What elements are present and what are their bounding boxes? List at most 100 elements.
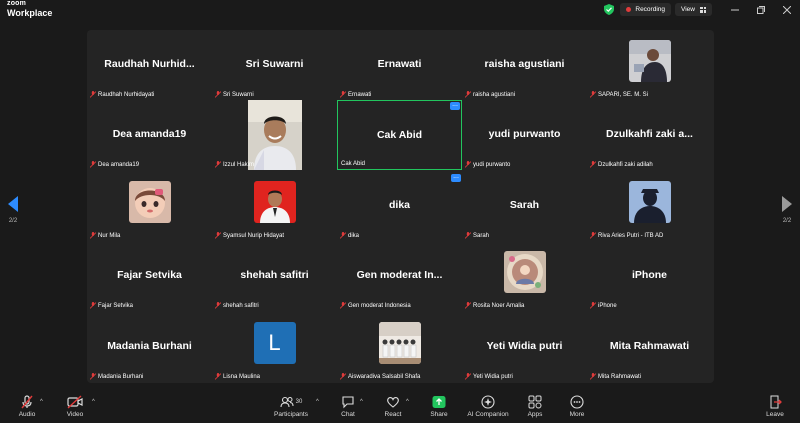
- participant-name-label: Mita Rahmawati: [598, 373, 642, 380]
- leave-icon: [770, 395, 782, 408]
- participant-name-label: Gen moderat Indonesia: [348, 302, 411, 309]
- video-button[interactable]: Video: [63, 394, 87, 418]
- participant-tile[interactable]: Izzul Hakim: [212, 100, 337, 170]
- brand-top: zoom: [7, 0, 27, 7]
- participant-name-label: Dea amanda19: [98, 161, 140, 168]
- participant-tile[interactable]: iPhone iPhone: [587, 241, 712, 311]
- mic-muted-icon: [465, 161, 471, 168]
- participant-avatar: [378, 322, 421, 364]
- participant-tile[interactable]: Fajar Setvika Fajar Setvika: [87, 241, 212, 311]
- mic-muted-icon: [215, 161, 221, 168]
- participant-tile[interactable]: Syamsul Nurip Hidayat: [212, 171, 337, 241]
- participant-tile[interactable]: Nur Mila: [87, 171, 212, 241]
- view-button[interactable]: View: [675, 3, 712, 16]
- recording-indicator[interactable]: Recording: [620, 3, 672, 16]
- close-icon: [783, 5, 791, 14]
- participant-tile[interactable]: Rosita Noer Amalia: [462, 241, 587, 311]
- more-button[interactable]: More: [567, 394, 587, 418]
- record-dot-icon: [626, 7, 632, 12]
- close-button[interactable]: [774, 0, 800, 19]
- title-bar: zoom Workplace Recording View: [0, 0, 800, 19]
- participant-name-label: Nur Mila: [98, 232, 121, 239]
- participant-tile[interactable]: Sarah Sarah: [462, 171, 587, 241]
- participant-display-name: Ernawati: [377, 58, 422, 70]
- apps-label: Apps: [527, 411, 543, 418]
- audio-options-chevron-icon[interactable]: ^: [40, 399, 43, 405]
- mic-muted-icon: [465, 373, 471, 380]
- video-options-chevron-icon[interactable]: ^: [92, 399, 95, 405]
- participant-tile[interactable]: Madania Burhani Madania Burhani: [87, 312, 212, 382]
- more-icon: [570, 394, 584, 409]
- next-page-button[interactable]: 2/2: [779, 196, 795, 224]
- participant-tile[interactable]: Yeti Widia putri Yeti Widia putri: [462, 312, 587, 382]
- participant-tile[interactable]: dika dika: [337, 171, 462, 241]
- participant-name-label: raisha agustiani: [473, 91, 516, 98]
- participant-tile[interactable]: Aiswaradiva Salsabil Shafa: [337, 312, 462, 382]
- participant-name-label: Sarah: [473, 232, 490, 239]
- participant-tile[interactable]: L Lisna Maulina: [212, 312, 337, 382]
- ai-companion-button[interactable]: AI Companion: [465, 394, 511, 418]
- minimize-button[interactable]: [722, 0, 748, 19]
- participant-name-label: Syamsul Nurip Hidayat: [223, 232, 285, 239]
- video-label: Video: [66, 411, 84, 418]
- view-label: View: [681, 6, 695, 13]
- participant-name-label: shehah safitri: [223, 302, 259, 309]
- previous-page-button[interactable]: 2/2: [5, 196, 21, 224]
- participant-tile[interactable]: Dea amanda19 Dea amanda19: [87, 100, 212, 170]
- audio-button[interactable]: Audio: [15, 394, 39, 418]
- participant-tile[interactable]: Sri Suwarni Sri Suwarni: [212, 30, 337, 100]
- participants-button[interactable]: 30 Participants: [272, 394, 310, 418]
- chat-icon: [342, 395, 354, 408]
- chat-button[interactable]: Chat: [338, 394, 358, 418]
- participant-tile[interactable]: raisha agustiani raisha agustiani: [462, 30, 587, 100]
- participants-label: Participants: [274, 411, 308, 418]
- tile-options-button[interactable]: ...: [450, 101, 460, 110]
- mic-muted-icon: [590, 302, 596, 309]
- participant-display-name: iPhone: [631, 269, 667, 281]
- participant-tile[interactable]: shehah safitri shehah safitri: [212, 241, 337, 311]
- participant-name-label: Izzul Hakim: [223, 161, 255, 168]
- react-button[interactable]: React: [381, 394, 405, 418]
- leave-button[interactable]: Leave: [764, 394, 786, 418]
- react-options-chevron-icon[interactable]: ^: [406, 399, 409, 405]
- participant-tile[interactable]: yudi purwanto yudi purwanto: [462, 100, 587, 170]
- participant-avatar: [253, 181, 296, 223]
- mic-muted-icon: [90, 302, 96, 309]
- mic-muted-icon: [465, 302, 471, 309]
- participant-tile[interactable]: Riva Aries Putri - ITB AD: [587, 171, 712, 241]
- participant-name-label: Raudhah Nurhidayati: [98, 91, 155, 98]
- ai-companion-icon: [481, 394, 495, 409]
- participant-tile[interactable]: Gen moderat In... Gen moderat Indonesia: [337, 241, 462, 311]
- mic-muted-icon: [465, 91, 471, 98]
- participant-display-name: Raudhah Nurhid...: [104, 58, 195, 70]
- arrow-left-icon: [8, 196, 18, 212]
- mic-muted-icon: [590, 373, 596, 380]
- participant-name-label: Sri Suwarni: [223, 91, 254, 98]
- mic-muted-icon: [215, 91, 221, 98]
- apps-button[interactable]: Apps: [525, 394, 545, 418]
- participant-display-name: raisha agustiani: [484, 58, 565, 70]
- participant-name-label: yudi purwanto: [473, 161, 511, 168]
- participant-video: [247, 100, 302, 170]
- participant-display-name: Yeti Widia putri: [486, 340, 563, 352]
- participant-name-label: iPhone: [598, 302, 617, 309]
- heart-icon: [387, 396, 399, 408]
- participant-display-name: Madania Burhani: [107, 340, 192, 352]
- shield-check-icon[interactable]: [604, 4, 615, 15]
- mic-muted-icon: [590, 232, 596, 239]
- active-speaker-tile[interactable]: Cak Abid ... Cak Abid: [337, 100, 462, 170]
- participant-tile[interactable]: SAPARI, SE. M. Si: [587, 30, 712, 100]
- participant-tile[interactable]: Raudhah Nurhid... Raudhah Nurhidayati: [87, 30, 212, 100]
- participant-name-label: Fajar Setvika: [98, 302, 134, 309]
- participant-tile[interactable]: Ernawati Ernawati: [337, 30, 462, 100]
- chat-options-chevron-icon[interactable]: ^: [360, 399, 363, 405]
- participant-tile[interactable]: Mita Rahmawati Mita Rahmawati: [587, 312, 712, 382]
- audio-label: Audio: [18, 411, 36, 418]
- restore-button[interactable]: [748, 0, 774, 19]
- ai-companion-label: AI Companion: [467, 411, 509, 418]
- share-button[interactable]: Share: [428, 394, 450, 418]
- participants-options-chevron-icon[interactable]: ^: [316, 399, 319, 405]
- mic-muted-icon: [340, 302, 346, 309]
- page-indicator-left: 2/2: [8, 218, 18, 224]
- participant-tile[interactable]: Dzulkahfi zaki a... Dzulkahfi zaki adila…: [587, 100, 712, 170]
